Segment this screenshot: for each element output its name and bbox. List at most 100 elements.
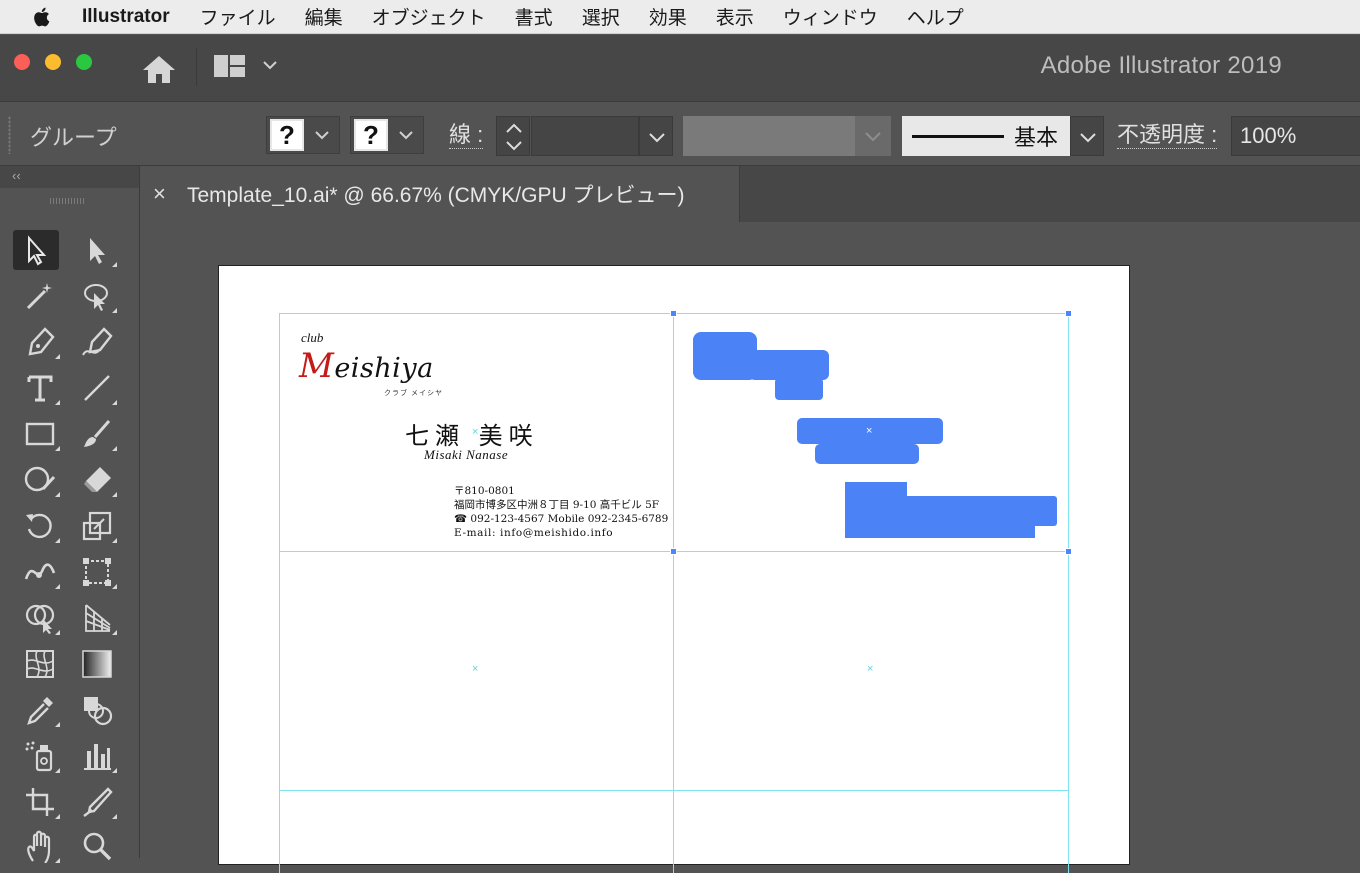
workspace-layout-icon[interactable] [213,53,247,84]
rectangle-tool[interactable] [17,414,63,454]
shape-builder-tool[interactable] [17,598,63,638]
eyedropper-tool[interactable] [17,690,63,730]
logo-club-text: club [301,330,324,345]
menu-select[interactable]: 選択 [582,3,620,30]
rotate-tool[interactable] [17,506,63,546]
collapse-panel-button[interactable]: ‹‹ [0,166,139,188]
opacity-input[interactable]: 100% [1231,116,1360,156]
direct-selection-arrow-icon [90,238,105,264]
curvature-pen-icon [82,327,113,356]
menu-view[interactable]: 表示 [716,3,754,30]
document-tab[interactable]: × Template_10.ai* @ 66.67% (CMYK/GPU プレビ… [141,166,740,222]
symbol-sprayer-tool[interactable] [17,736,63,776]
magic-wand-tool[interactable] [17,276,63,316]
menu-object[interactable]: オブジェクト [372,3,486,30]
logo-kana: クラブ メイシヤ [384,390,443,397]
selection-type-label: グループ [30,125,117,150]
selection-handle[interactable] [1065,548,1072,555]
perspective-grid-icon [85,604,111,632]
apple-icon[interactable] [0,6,82,28]
chevron-down-icon[interactable] [262,58,278,76]
zoom-window-button[interactable] [76,54,92,70]
line-segment-icon [84,375,110,401]
stroke-swatch[interactable]: ? [350,116,424,154]
selection-tool[interactable] [13,230,59,270]
width-tool[interactable] [17,552,63,592]
eraser-icon [84,467,111,492]
shape-builder-icon [25,604,55,634]
menu-effect[interactable]: 効果 [649,3,687,30]
menu-edit[interactable]: 編集 [305,3,343,30]
line-segment-tool[interactable] [74,368,120,408]
fill-swatch[interactable]: ? [266,116,340,154]
center-mark: × [472,663,479,675]
pen-icon [28,327,55,356]
shaper-icon [24,466,56,492]
perspective-grid-tool[interactable] [74,598,120,638]
logo: Meishiya [299,346,434,386]
symbol-sprayer-icon [25,741,53,772]
scale-tool[interactable] [74,506,120,546]
selection-handle[interactable] [670,310,677,317]
artboard-icon [26,788,54,816]
menu-app-name[interactable]: Illustrator [82,6,170,28]
column-graph-tool[interactable] [74,736,120,776]
selection-handle[interactable] [670,548,677,555]
brush-definition[interactable]: 基本 [902,116,1070,156]
menu-type[interactable]: 書式 [515,3,553,30]
window-title: Adobe Illustrator 2019 [1040,52,1282,79]
stroke-weight-stepper[interactable] [496,116,530,156]
blend-icon [84,697,113,726]
artboard[interactable]: × × × club Meishiya クラブ メイシヤ 七瀬 美咲 Misak… [218,265,1130,873]
curvature-tool[interactable] [74,322,120,362]
zoom-tool[interactable] [74,826,120,866]
eraser-tool[interactable] [74,460,120,500]
stroke-weight-dropdown[interactable] [639,116,673,156]
phone: ☎ 092-123-4567 Mobile 092-2345-6789 [454,513,669,525]
canvas[interactable]: × × × club Meishiya クラブ メイシヤ 七瀬 美咲 Misak… [141,222,1360,873]
opacity-label[interactable]: 不透明度 : [1117,122,1218,149]
brush-stroke-preview [912,134,1004,138]
close-tab-icon[interactable]: × [153,181,181,207]
slice-tool[interactable] [74,782,120,822]
mesh-tool[interactable] [17,644,63,684]
document-tab-bar: × Template_10.ai* @ 66.67% (CMYK/GPU プレビ… [141,166,1360,222]
direct-selection-tool[interactable] [74,230,120,270]
stroke-weight-input[interactable] [531,116,639,156]
stroke-weight-label[interactable]: 線 : [449,122,484,149]
guide-line [279,313,280,873]
menu-file[interactable]: ファイル [200,3,276,30]
variable-width-profile[interactable] [683,116,891,156]
document-title: Template_10.ai* @ 66.67% (CMYK/GPU プレビュー… [187,184,685,207]
free-transform-tool[interactable] [74,552,120,592]
paintbrush-tool[interactable] [74,414,120,454]
guide-line [1068,313,1069,873]
tools-panel: ‹‹ [0,166,140,863]
minimize-window-button[interactable] [45,54,61,70]
artboard-tool[interactable] [17,782,63,822]
menu-help[interactable]: ヘルプ [907,3,964,30]
hand-tool[interactable] [17,826,63,866]
close-window-button[interactable] [14,54,30,70]
shaper-tool[interactable] [17,460,63,500]
type-icon [27,375,53,402]
free-transform-icon [83,558,111,586]
type-tool[interactable] [17,368,63,408]
pen-tool[interactable] [17,322,63,362]
blend-tool[interactable] [74,690,120,730]
selection-handle[interactable] [1065,310,1072,317]
person-name-roman: Misaki Nanase [424,447,509,462]
menu-window[interactable]: ウィンドウ [783,3,878,30]
panel-grip[interactable] [50,198,86,204]
chevron-down-icon [399,131,413,140]
chevron-down-icon [315,131,329,140]
gradient-tool[interactable] [74,644,120,684]
brush-dropdown[interactable] [1070,116,1104,156]
home-icon[interactable] [140,52,178,91]
fill-value: ? [279,120,295,150]
email: E-mail: info@meishido.info [454,527,614,539]
rectangle-icon [25,422,55,446]
panel-grip[interactable] [8,116,11,154]
lasso-tool[interactable] [74,276,120,316]
person-name: 七瀬 美咲 [405,422,539,450]
